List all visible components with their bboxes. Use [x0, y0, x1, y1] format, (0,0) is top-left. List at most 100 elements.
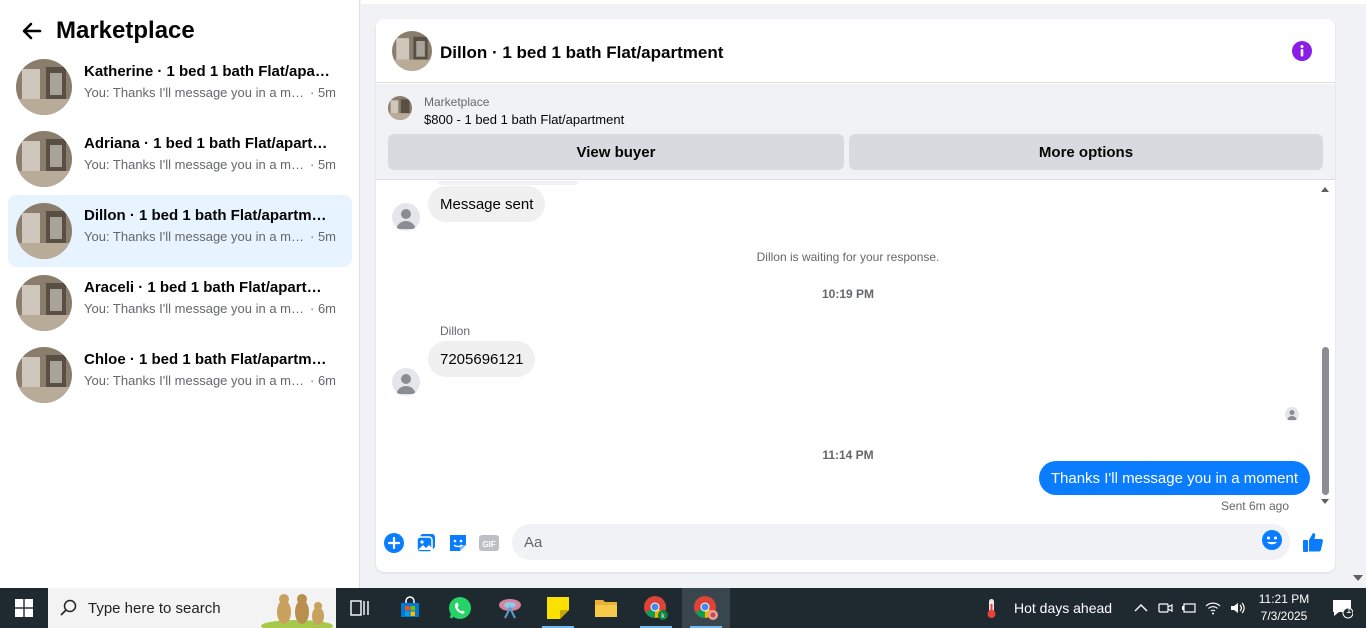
scroll-down-arrow-icon[interactable] — [1321, 499, 1329, 505]
conversation-title: Araceli · 1 bed 1 bath Flat/apartment — [84, 279, 334, 296]
plus-icon[interactable] — [383, 532, 405, 554]
sent-status: Sent 6m ago — [1220, 499, 1289, 513]
chat-avatar[interactable] — [392, 31, 432, 71]
more-options-button[interactable]: More options — [849, 134, 1323, 170]
conversation-snippet: You: Thanks I'll message you in a moment — [84, 373, 306, 388]
conversation-time: · 6m — [310, 301, 336, 316]
conversation-title: Katherine · 1 bed 1 bath Flat/apartment — [84, 63, 334, 80]
conversation-item[interactable]: Chloe · 1 bed 1 bath Flat/apartment You:… — [8, 339, 352, 411]
chrome-profile-active-button[interactable] — [682, 588, 730, 628]
whatsapp-button[interactable] — [436, 588, 484, 628]
microsoft-store-button[interactable] — [386, 588, 434, 628]
listing-thumbnail — [16, 131, 72, 187]
clock-date: 7/3/2025 — [1260, 609, 1308, 623]
chrome-icon — [694, 596, 718, 620]
message-composer: GIF Aa — [376, 522, 1335, 562]
listing-thumbnail — [16, 59, 72, 115]
system-clock[interactable]: 11:21 PM 7/3/2025 — [1254, 591, 1314, 625]
view-buyer-button[interactable]: View buyer — [388, 134, 844, 170]
search-icon — [60, 599, 77, 616]
file-explorer-button[interactable] — [582, 588, 630, 628]
listing-thumbnail — [16, 275, 72, 331]
conversation-list-panel: Marketplace Katherine · 1 bed 1 bath Fla… — [0, 0, 360, 588]
gif-icon[interactable]: GIF — [478, 532, 500, 554]
whatsapp-icon — [449, 597, 471, 619]
conversation-snippet: You: Thanks I'll message you in a moment — [84, 301, 306, 316]
conversation-snippet: You: Thanks I'll message you in a moment — [84, 157, 306, 172]
start-button[interactable] — [0, 588, 48, 628]
emoji-icon[interactable] — [1261, 529, 1283, 551]
chrome-profile-k-button[interactable]: k — [632, 588, 680, 628]
listing-source-label: Marketplace — [424, 95, 490, 109]
meet-now-icon[interactable] — [1157, 600, 1173, 616]
conversation-title: Adriana · 1 bed 1 bath Flat/apartment — [84, 135, 334, 152]
listing-thumbnail — [16, 203, 72, 259]
chat-panel: Dillon · 1 bed 1 bath Flat/apartment Mar… — [376, 19, 1335, 572]
outgoing-message-bubble[interactable]: Thanks I'll message you in a moment — [1038, 461, 1310, 495]
user-avatar-icon — [392, 203, 420, 231]
scroll-thumb[interactable] — [1322, 347, 1329, 495]
conversation-title: Dillon · 1 bed 1 bath Flat/apartment — [84, 207, 334, 224]
photo-icon[interactable] — [415, 532, 437, 554]
search-placeholder: Type here to search — [88, 600, 221, 617]
message-thread: Message sent Dillon is waiting for your … — [376, 181, 1335, 513]
thermometer-icon — [987, 599, 996, 618]
svg-text:GIF: GIF — [482, 540, 495, 549]
conversation-item[interactable]: Araceli · 1 bed 1 bath Flat/apartment Yo… — [8, 267, 352, 339]
conversation-snippet: You: Thanks I'll message you in a moment — [84, 229, 306, 244]
conversation-time: · 6m — [310, 373, 336, 388]
weather-text: Hot days ahead — [1014, 600, 1113, 616]
weather-widget[interactable]: Hot days ahead — [980, 588, 1112, 628]
wifi-icon[interactable] — [1205, 600, 1221, 616]
read-receipt-icon — [1285, 407, 1299, 421]
listing-thumbnail — [16, 347, 72, 403]
snipping-tool-button[interactable] — [486, 588, 534, 628]
conversation-time: · 5m — [310, 229, 336, 244]
notification-center-button[interactable]: 1 — [1322, 588, 1362, 628]
chat-header: Dillon · 1 bed 1 bath Flat/apartment — [376, 19, 1335, 83]
chevron-up-icon[interactable] — [1133, 600, 1149, 616]
conversation-item-active[interactable]: Dillon · 1 bed 1 bath Flat/apartment You… — [8, 195, 352, 267]
clock-time: 11:21 PM — [1258, 592, 1310, 606]
sticky-notes-button[interactable] — [534, 588, 582, 628]
conversation-snippet: You: Thanks I'll message you in a moment — [84, 85, 306, 100]
page-scroll-down-arrow-icon[interactable] — [1353, 574, 1363, 582]
listing-thumbnail — [388, 96, 412, 120]
task-view-button[interactable] — [336, 588, 384, 628]
snipping-tool-icon — [499, 599, 521, 619]
battery-icon[interactable] — [1181, 600, 1197, 616]
windows-taskbar: Type here to search k Hot days ahead 11:… — [0, 588, 1366, 628]
folder-icon — [595, 600, 617, 617]
store-icon — [401, 596, 419, 617]
conversation-item[interactable]: Katherine · 1 bed 1 bath Flat/apartment … — [8, 51, 352, 123]
message-scrollbar[interactable] — [1321, 184, 1329, 504]
message-bubble[interactable]: 7205696121 — [428, 341, 536, 377]
info-icon[interactable] — [1291, 40, 1313, 62]
message-bubble[interactable]: Message sent — [428, 186, 546, 222]
volume-icon[interactable] — [1229, 600, 1245, 616]
back-arrow-icon[interactable] — [20, 19, 44, 43]
conversation-title: Chloe · 1 bed 1 bath Flat/apartment — [84, 351, 334, 368]
page-title: Marketplace — [56, 17, 195, 44]
previous-bubble-edge — [438, 181, 578, 185]
taskbar-search-box[interactable]: Type here to search — [48, 588, 336, 628]
conversation-item[interactable]: Adriana · 1 bed 1 bath Flat/apartment Yo… — [8, 123, 352, 195]
user-avatar-icon — [392, 368, 420, 396]
meerkat-illustration-icon — [261, 594, 333, 628]
listing-price[interactable]: $800 - 1 bed 1 bath Flat/apartment — [424, 112, 624, 127]
notification-count: 1 — [1346, 605, 1352, 616]
task-view-icon — [350, 600, 369, 616]
conversation-time: · 5m — [310, 157, 336, 172]
sticky-notes-icon — [547, 597, 569, 619]
message-input[interactable]: Aa — [512, 524, 1290, 560]
scroll-up-arrow-icon[interactable] — [1321, 186, 1329, 192]
waiting-notice: Dillon is waiting for your response. — [756, 250, 940, 264]
timestamp-divider: 10:19 PM — [821, 287, 875, 301]
thumbs-up-icon[interactable] — [1301, 530, 1325, 554]
top-divider — [361, 0, 1366, 4]
sticker-icon[interactable] — [447, 532, 469, 554]
svg-text:k: k — [661, 613, 665, 620]
conversation-time: · 5m — [310, 85, 336, 100]
windows-logo-icon — [15, 599, 33, 617]
chat-title[interactable]: Dillon · 1 bed 1 bath Flat/apartment — [440, 43, 723, 63]
